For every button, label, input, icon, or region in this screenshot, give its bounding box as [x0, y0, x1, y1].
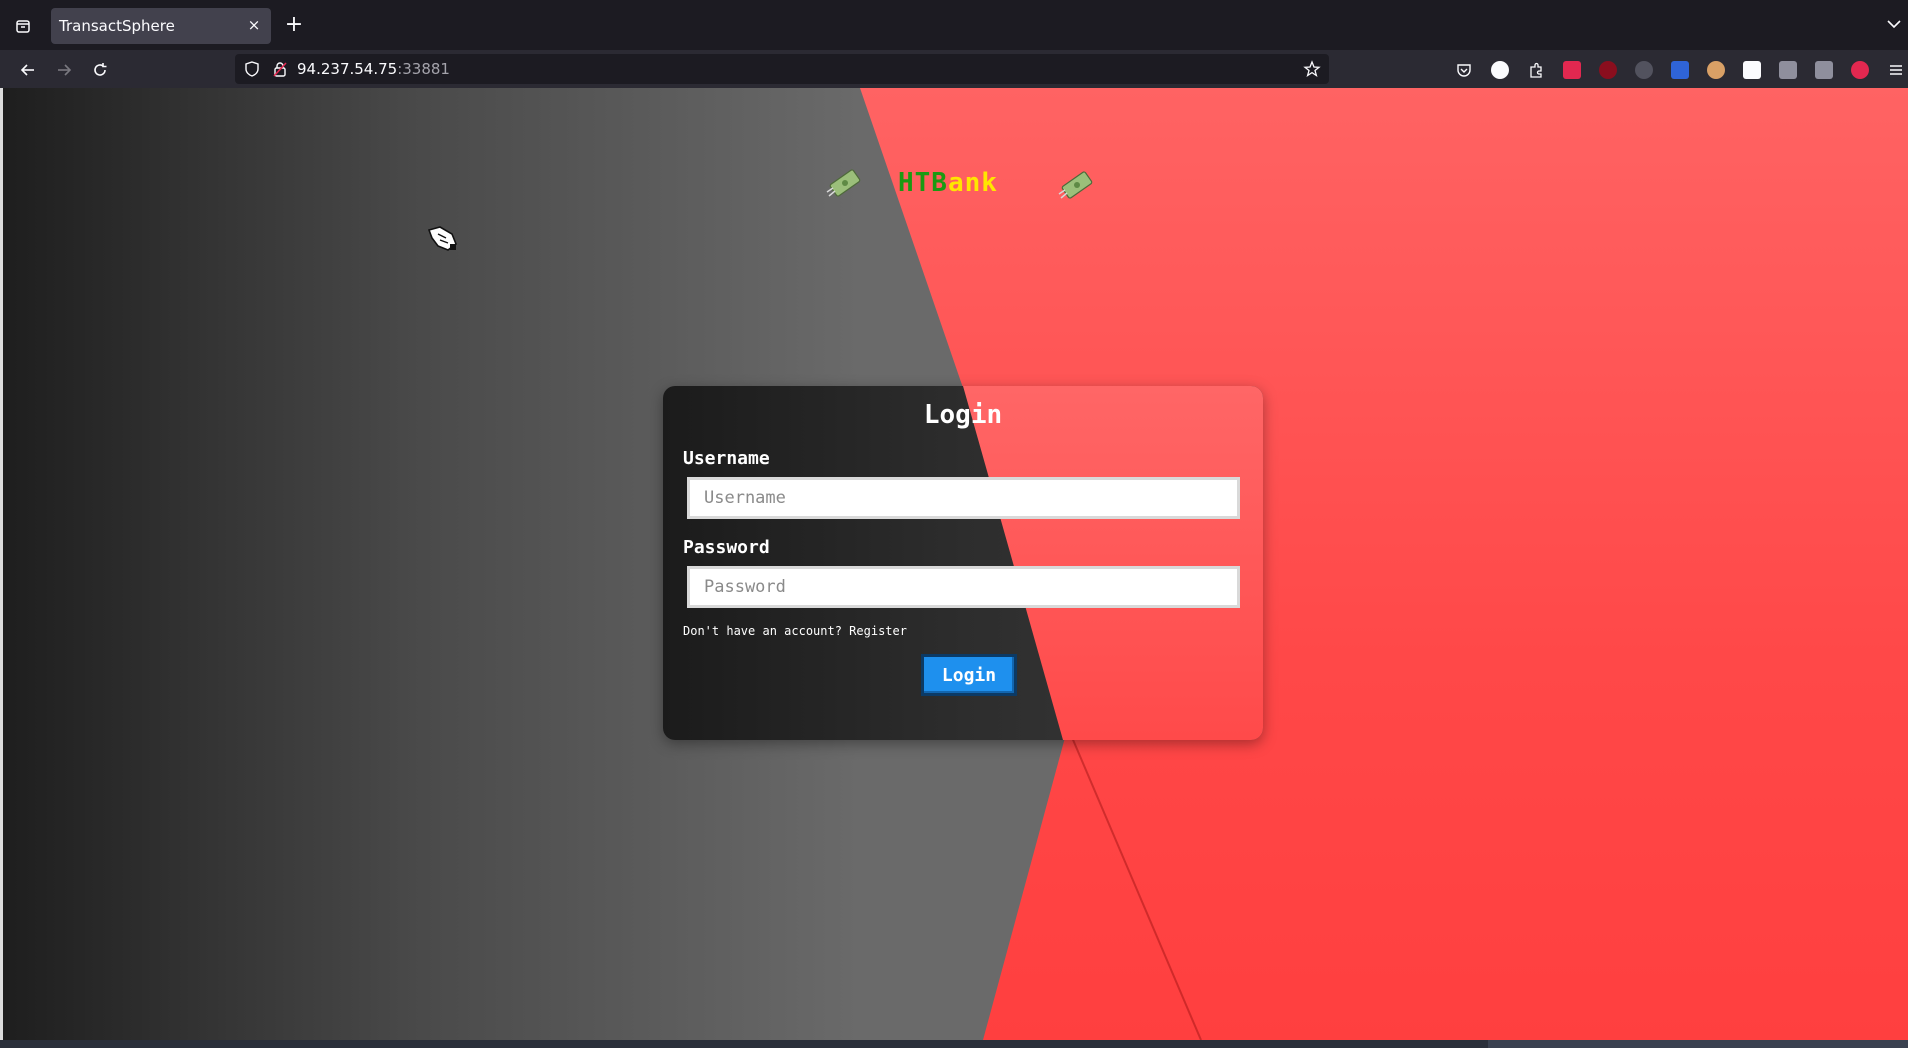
- tab-bar: TransactSphere × +: [0, 0, 1908, 50]
- k-extension-icon[interactable]: [1815, 61, 1833, 79]
- bookmark-star-icon[interactable]: [1303, 60, 1321, 78]
- navigation-bar: 94.237.54.75:33881: [0, 50, 1908, 88]
- shield-icon[interactable]: [243, 60, 261, 78]
- bitwarden-icon[interactable]: [1671, 61, 1689, 79]
- ublock-icon[interactable]: [1599, 61, 1617, 79]
- image-extension-icon[interactable]: [1779, 61, 1797, 79]
- chevron-down-icon[interactable]: [1884, 14, 1904, 34]
- menu-icon[interactable]: [1887, 61, 1905, 79]
- register-prompt-text: Don't have an account?: [683, 624, 850, 638]
- close-icon[interactable]: ×: [245, 16, 263, 34]
- status-bar-tray: [1488, 1040, 1908, 1048]
- back-icon[interactable]: [16, 58, 40, 82]
- username-label: Username: [683, 448, 770, 469]
- pointer-cursor-icon: [427, 226, 457, 251]
- register-prompt: Don't have an account? Register: [683, 624, 907, 638]
- brand-part-green: HTB: [898, 168, 948, 198]
- pocket-icon[interactable]: [1455, 61, 1473, 79]
- login-button[interactable]: Login: [921, 654, 1017, 696]
- login-card: Login Username Password Don't have an ac…: [663, 386, 1263, 740]
- url-bar[interactable]: 94.237.54.75:33881: [235, 54, 1329, 84]
- password-input[interactable]: [687, 566, 1240, 608]
- money-icon: [826, 169, 861, 197]
- record-extension-icon[interactable]: [1851, 61, 1869, 79]
- url-port: :33881: [397, 60, 450, 78]
- tab-list-icon[interactable]: [11, 14, 35, 38]
- new-tab-button[interactable]: +: [282, 13, 306, 37]
- brand-header: HTBank: [825, 166, 1093, 216]
- search-extension-icon[interactable]: [1743, 61, 1761, 79]
- globe-extension-icon[interactable]: [1635, 61, 1653, 79]
- owl-extension-icon[interactable]: [1707, 61, 1725, 79]
- tab-active[interactable]: TransactSphere ×: [51, 8, 271, 44]
- shield-red-extension-icon[interactable]: [1563, 61, 1581, 79]
- reload-icon[interactable]: [88, 58, 112, 82]
- username-input[interactable]: [687, 477, 1240, 519]
- page-viewport: HTBank Login Username Password Don't hav…: [3, 88, 1908, 1040]
- url-text[interactable]: 94.237.54.75:33881: [297, 60, 450, 78]
- lock-icon[interactable]: [271, 60, 289, 78]
- forward-icon[interactable]: [52, 58, 76, 82]
- money-icon: [1058, 171, 1093, 199]
- login-title: Login: [923, 400, 1003, 430]
- c-extension-icon[interactable]: [1491, 61, 1509, 79]
- register-link[interactable]: Register: [849, 624, 907, 638]
- url-host: 94.237.54.75: [297, 60, 398, 78]
- password-label: Password: [683, 537, 770, 558]
- brand-logo-text: HTBank: [898, 168, 998, 198]
- extension-icon[interactable]: [1527, 61, 1545, 79]
- tab-title: TransactSphere: [59, 17, 175, 35]
- brand-part-yellow: ank: [947, 168, 998, 198]
